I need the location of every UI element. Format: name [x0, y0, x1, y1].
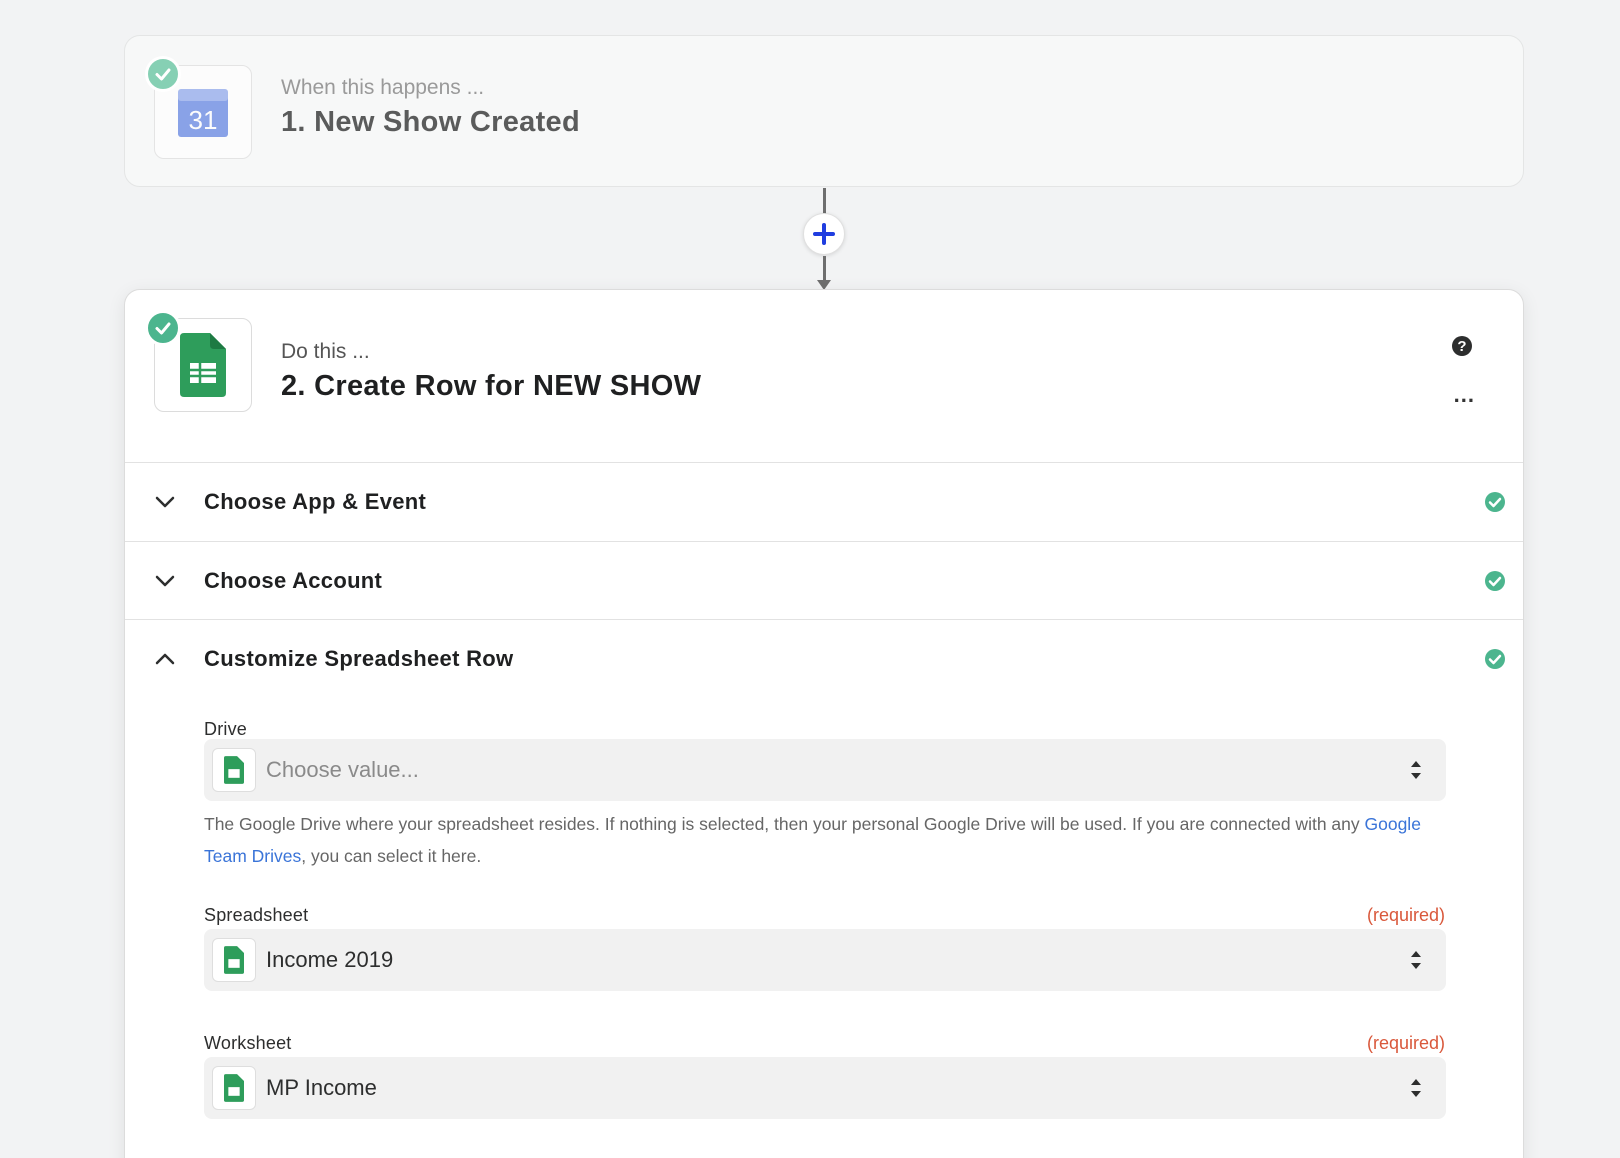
worksheet-value: MP Income — [266, 1075, 377, 1100]
action-title: 2. Create Row for NEW SHOW — [281, 370, 702, 402]
spreadsheet-required-label: (required) — [1366, 905, 1445, 925]
drive-help-text-start: The Google Drive where your spreadsheet … — [204, 814, 1365, 834]
action-step-card: Do this ... 2. Create Row for NEW SHOW ?… — [124, 289, 1524, 1158]
drive-help-text-end: , you can select it here. — [301, 846, 482, 866]
worksheet-select[interactable]: MP Income — [204, 1057, 1446, 1119]
connector-line-top — [823, 188, 826, 214]
connector-line-bottom — [823, 256, 826, 282]
section-label: Choose Account — [204, 568, 383, 593]
section-header[interactable]: Customize Spreadsheet Row — [125, 620, 1523, 698]
section-label: Customize Spreadsheet Row — [204, 646, 514, 671]
chevron-down-icon — [155, 496, 175, 508]
spreadsheet-value: Income 2019 — [266, 947, 394, 972]
action-subtitle: Do this ... — [281, 340, 370, 363]
svg-text:?: ? — [1457, 338, 1466, 355]
drive-placeholder: Choose value... — [266, 757, 419, 782]
chevron-down-icon — [155, 575, 175, 587]
drive-help-text: The Google Drive where your spreadsheet … — [204, 808, 1454, 872]
chevron-up-icon — [155, 653, 175, 665]
section-customize-spreadsheet-row: Customize Spreadsheet Row Drive Choose v… — [125, 619, 1523, 1158]
action-complete-check-icon — [145, 310, 181, 346]
worksheet-label: Worksheet — [204, 1033, 292, 1053]
google-calendar-icon: 31 — [178, 89, 228, 137]
spreadsheet-select[interactable]: Income 2019 — [204, 929, 1446, 991]
trigger-title: 1. New Show Created — [281, 106, 580, 138]
trigger-subtitle: When this happens ... — [281, 76, 485, 99]
google-sheets-icon — [212, 748, 256, 792]
google-sheets-icon — [180, 333, 226, 397]
worksheet-required-label: (required) — [1366, 1033, 1445, 1053]
section-choose-account[interactable]: Choose Account — [125, 541, 1523, 620]
plus-icon — [813, 223, 835, 245]
google-sheets-icon — [212, 938, 256, 982]
sort-arrows-icon — [1411, 761, 1421, 779]
spreadsheet-label: Spreadsheet — [204, 905, 309, 925]
section-choose-app-event[interactable]: Choose App & Event — [125, 462, 1523, 541]
help-icon[interactable]: ? — [1451, 335, 1473, 357]
drive-select[interactable]: Choose value... — [204, 739, 1446, 801]
calendar-day-number: 31 — [189, 105, 218, 135]
check-circle-icon — [1485, 492, 1505, 512]
sort-arrows-icon — [1411, 951, 1421, 969]
google-sheets-icon — [212, 1066, 256, 1110]
trigger-step-card[interactable]: 31 When this happens ... 1. New Show Cre… — [124, 35, 1524, 187]
check-circle-icon — [1485, 571, 1505, 591]
more-options-button[interactable]: ... — [1454, 382, 1475, 408]
section-label: Choose App & Event — [204, 489, 427, 514]
add-step-button[interactable] — [803, 213, 845, 255]
check-circle-icon — [1485, 649, 1505, 669]
drive-label: Drive — [204, 719, 248, 739]
sort-arrows-icon — [1411, 1079, 1421, 1097]
trigger-complete-check-icon — [145, 56, 181, 92]
